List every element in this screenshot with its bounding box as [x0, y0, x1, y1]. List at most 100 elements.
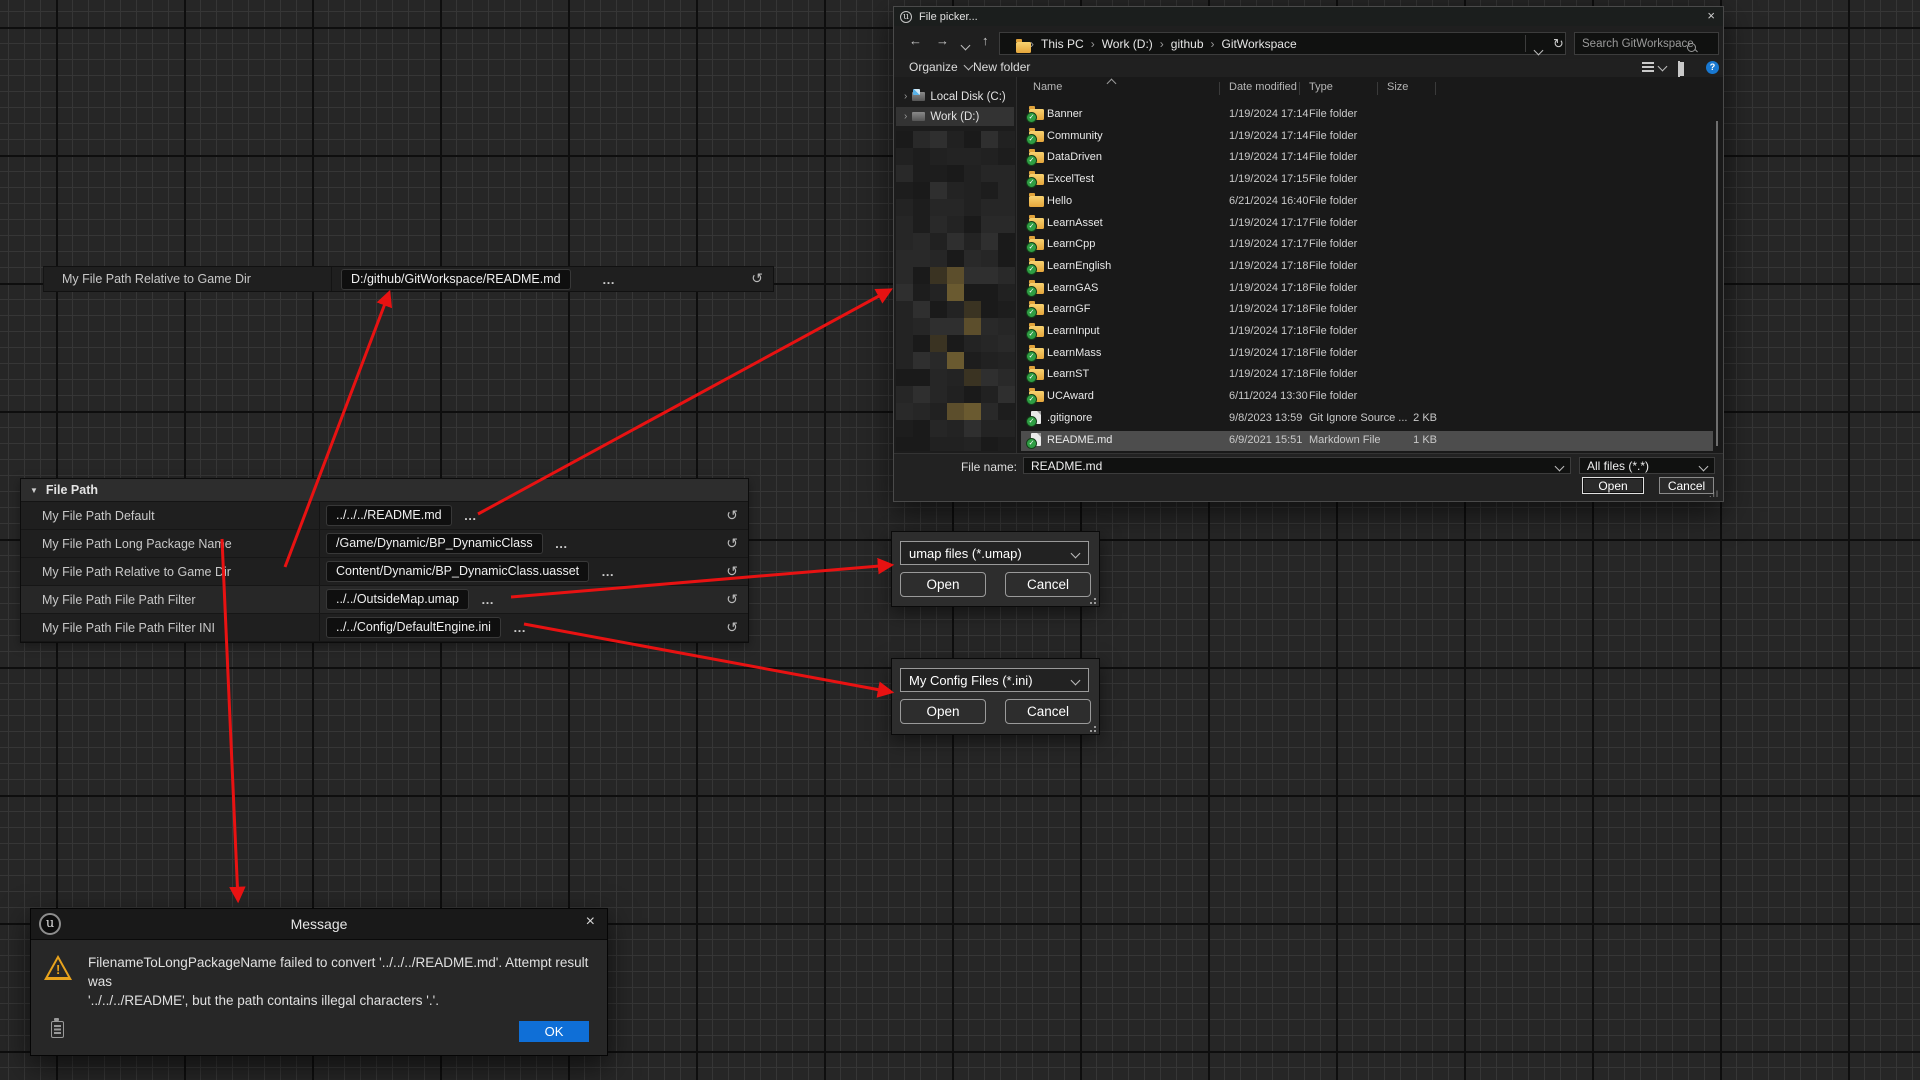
breadcrumb-item[interactable]: GitWorkspace [1222, 37, 1297, 51]
property-value-input[interactable]: ../../../README.md [326, 505, 452, 526]
more-options-button[interactable]: … [602, 272, 616, 287]
property-row[interactable]: My File Path File Path Filter../../Outsi… [21, 586, 748, 614]
back-icon[interactable]: ← [909, 33, 922, 48]
chevron-down-icon [1699, 462, 1709, 472]
folder-icon: ✓ [1029, 369, 1044, 380]
column-divider [319, 502, 320, 529]
open-button[interactable]: Open [900, 572, 986, 597]
file-path-category-header[interactable]: ▼ File Path [21, 479, 748, 502]
umap-filter-dropdown[interactable]: umap files (*.umap) [900, 541, 1089, 565]
more-options-button[interactable]: … [555, 536, 569, 551]
up-icon[interactable]: ↑ [982, 33, 989, 48]
ok-button[interactable]: OK [519, 1021, 589, 1042]
column-header-date[interactable]: Date modified [1229, 81, 1297, 93]
file-row[interactable]: ✓LearnEnglish1/19/2024 17:18File folder [1021, 257, 1713, 277]
property-value-input[interactable]: ../../OutsideMap.umap [326, 589, 469, 610]
resize-grip[interactable] [1086, 594, 1096, 604]
reset-to-default-button[interactable]: ↺ [726, 620, 738, 636]
cancel-button[interactable]: Cancel [1005, 572, 1091, 597]
property-row[interactable]: My File Path Relative to Game DirContent… [21, 558, 748, 586]
property-value-input[interactable]: D:/github/GitWorkspace/README.md [341, 269, 571, 290]
search-placeholder: Search GitWorkspace [1582, 38, 1694, 50]
refresh-icon[interactable]: ↻ [1553, 36, 1564, 52]
open-button[interactable]: Open [1582, 477, 1644, 494]
file-row[interactable]: Hello6/21/2024 16:40File folder [1021, 192, 1713, 212]
resize-grip[interactable] [1086, 722, 1096, 732]
cancel-button[interactable]: Cancel [1659, 477, 1714, 494]
views-icon[interactable] [1642, 62, 1666, 72]
folder-icon: ✓ [1029, 348, 1044, 359]
breadcrumb-item[interactable]: github [1171, 37, 1204, 51]
more-options-button[interactable]: … [464, 508, 478, 523]
breadcrumb-bar[interactable]: › This PC›Work (D:)›github›GitWorkspace … [999, 32, 1566, 55]
column-divider [331, 267, 332, 291]
column-divider [319, 558, 320, 585]
recent-locations-icon[interactable] [962, 37, 969, 52]
reset-to-default-button[interactable]: ↺ [726, 564, 738, 580]
git-check-badge-icon: ✓ [1026, 394, 1037, 405]
breadcrumb-item[interactable]: Work (D:) [1102, 37, 1153, 51]
more-options-button[interactable]: … [601, 564, 615, 579]
copy-to-clipboard-icon[interactable] [51, 1021, 64, 1038]
file-row[interactable]: ✓LearnCpp1/19/2024 17:17File folder [1021, 235, 1713, 255]
search-box[interactable]: Search GitWorkspace [1574, 32, 1719, 55]
file-row[interactable]: ✓LearnAsset1/19/2024 17:17File folder [1021, 214, 1713, 234]
file-row[interactable]: ✓LearnST1/19/2024 17:18File folder [1021, 365, 1713, 385]
column-divider [319, 530, 320, 557]
file-type-filter-dropdown[interactable]: All files (*.*) [1579, 457, 1715, 474]
file-row[interactable]: ✓LearnMass1/19/2024 17:18File folder [1021, 344, 1713, 364]
breadcrumb-dropdown-icon[interactable] [1535, 41, 1542, 59]
file-row[interactable]: ✓Community1/19/2024 17:14File folder [1021, 127, 1713, 147]
sidebar-item-local-disk-c[interactable]: ›Local Disk (C:) [896, 87, 1014, 106]
more-options-button[interactable]: … [481, 592, 495, 607]
message-titlebar[interactable]: u Message × [31, 909, 607, 940]
reset-to-default-button[interactable]: ↺ [751, 271, 763, 287]
property-row[interactable]: My File Path Long Package Name/Game/Dyna… [21, 530, 748, 558]
unreal-logo-icon: u [900, 11, 912, 23]
expander-icon[interactable]: › [904, 91, 907, 102]
column-header-name[interactable]: Name [1033, 81, 1062, 93]
close-icon[interactable]: × [1707, 8, 1715, 23]
file-name-input[interactable]: README.md [1023, 457, 1571, 474]
drive-icon [912, 92, 925, 101]
file-row[interactable]: ✓ExcelTest1/19/2024 17:15File folder [1021, 170, 1713, 190]
file-row[interactable]: ✓README.md6/9/2021 15:51Markdown File1 K… [1021, 431, 1713, 451]
file-row[interactable]: ✓LearnInput1/19/2024 17:18File folder [1021, 322, 1713, 342]
vertical-scrollbar[interactable] [1716, 121, 1718, 446]
property-value-input[interactable]: Content/Dynamic/BP_DynamicClass.uasset [326, 561, 589, 582]
preview-pane-icon[interactable] [1678, 61, 1680, 77]
file-type: File folder [1309, 151, 1357, 163]
organize-menu-button[interactable]: Organize [909, 60, 972, 74]
more-options-button[interactable]: … [513, 620, 527, 635]
resize-grip[interactable]: .ıl [1709, 489, 1719, 499]
reset-to-default-button[interactable]: ↺ [726, 536, 738, 552]
cancel-button[interactable]: Cancel [1005, 699, 1091, 724]
file-row[interactable]: ✓.gitignore9/8/2023 13:59Git Ignore Sour… [1021, 409, 1713, 429]
file-row[interactable]: ✓Banner1/19/2024 17:14File folder [1021, 105, 1713, 125]
property-row[interactable]: My File Path Default ../../../README.md … ↺ [21, 502, 748, 530]
expander-icon[interactable]: › [904, 111, 907, 122]
property-value-input[interactable]: ../../Config/DefaultEngine.ini [326, 617, 501, 638]
file-picker-titlebar[interactable]: u File picker... × [894, 7, 1723, 26]
close-icon[interactable]: × [586, 913, 595, 931]
reset-to-default-button[interactable]: ↺ [726, 508, 738, 524]
file-row[interactable]: ✓UCAward6/11/2024 13:30File folder [1021, 387, 1713, 407]
reset-to-default-button[interactable]: ↺ [726, 592, 738, 608]
forward-icon[interactable]: → [936, 33, 949, 48]
sidebar-item-work-d[interactable]: ›Work (D:) [896, 107, 1014, 126]
property-value-input[interactable]: /Game/Dynamic/BP_DynamicClass [326, 533, 543, 554]
column-header-type[interactable]: Type [1309, 81, 1333, 93]
breadcrumb-item[interactable]: This PC [1041, 37, 1084, 51]
property-row[interactable]: My File Path File Path Filter INI../../C… [21, 614, 748, 642]
folder-icon: ✓ [1029, 283, 1044, 294]
open-button[interactable]: Open [900, 699, 986, 724]
file-row[interactable]: ✓LearnGF1/19/2024 17:18File folder [1021, 300, 1713, 320]
column-header-size[interactable]: Size [1387, 81, 1408, 93]
help-icon[interactable]: ? [1706, 61, 1719, 74]
file-row[interactable]: ✓DataDriven1/19/2024 17:14File folder [1021, 148, 1713, 168]
file-row[interactable]: ✓LearnGAS1/19/2024 17:18File folder [1021, 279, 1713, 299]
ini-filter-dropdown[interactable]: My Config Files (*.ini) [900, 668, 1089, 692]
property-label: My File Path Default [21, 509, 155, 523]
new-folder-button[interactable]: New folder [973, 60, 1030, 74]
property-row-relative-game-dir-top[interactable]: My File Path Relative to Game Dir D:/git… [43, 266, 774, 292]
